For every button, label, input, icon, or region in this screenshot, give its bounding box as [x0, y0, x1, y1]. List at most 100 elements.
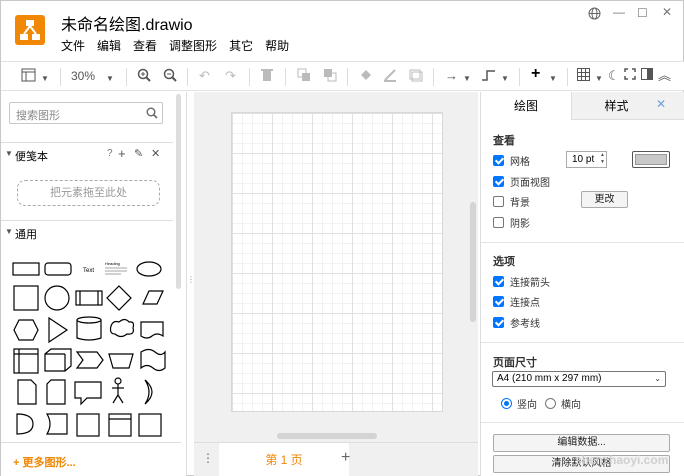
landscape-radio[interactable] — [545, 398, 556, 409]
add-icon[interactable]: + — [118, 146, 126, 161]
internal-storage-shape — [13, 348, 39, 374]
minimize-icon[interactable]: — — [613, 5, 625, 19]
dark-mode-icon[interactable]: ☾ — [608, 68, 620, 84]
waypoints-dropdown-icon[interactable]: ▼ — [501, 71, 509, 87]
delay-shape — [16, 413, 34, 435]
close-icon[interactable]: ✕ — [662, 5, 672, 19]
format-panel-icon[interactable] — [641, 68, 653, 84]
zoom-out-icon[interactable] — [163, 68, 177, 86]
insert-dropdown-icon[interactable]: ▼ — [549, 71, 557, 87]
to-back-icon[interactable] — [323, 68, 337, 86]
zoom-in-icon[interactable] — [137, 68, 151, 86]
shadow-option[interactable]: 阴影 — [493, 215, 530, 230]
page-view-option[interactable]: 页面视图 — [493, 174, 550, 189]
menu-extras[interactable]: 其它 — [229, 37, 253, 54]
heading-shape: Heading — [105, 261, 120, 266]
edit-data-button[interactable]: 编辑数据... — [493, 434, 670, 452]
help-icon[interactable]: ? — [107, 148, 113, 159]
to-front-icon[interactable] — [297, 68, 311, 86]
scratchpad-header[interactable]: ▼ 便笺本 ? + ✎ ✕ — [1, 142, 173, 164]
close-icon[interactable]: ✕ — [151, 147, 160, 160]
connection-points-checkbox[interactable] — [493, 296, 504, 307]
fullscreen-icon[interactable] — [624, 68, 636, 84]
canvas-vertical-scrollbar[interactable] — [470, 202, 476, 322]
maximize-icon[interactable]: ☐ — [637, 6, 648, 20]
landscape-option[interactable]: 横向 — [545, 396, 581, 411]
edit-icon[interactable]: ✎ — [134, 147, 143, 160]
page-view-checkbox[interactable] — [493, 176, 504, 187]
search-placeholder: 搜索图形 — [16, 110, 60, 122]
shadow-checkbox[interactable] — [493, 217, 504, 228]
change-background-button[interactable]: 更改 — [581, 191, 628, 208]
menu-file[interactable]: 文件 — [61, 37, 85, 54]
diagram-page[interactable] — [231, 112, 443, 412]
guides-option[interactable]: 参考线 — [493, 315, 540, 330]
page-tab-1[interactable]: 第 1 页 — [219, 443, 349, 476]
square-shape — [13, 285, 39, 311]
connection-arrows-option[interactable]: 连接箭头 — [493, 274, 550, 289]
zoom-dropdown-icon[interactable]: ▼ — [106, 71, 114, 87]
collapse-toolbar-icon[interactable]: ︽ — [658, 68, 671, 84]
landscape-label: 横向 — [561, 400, 581, 411]
guides-checkbox[interactable] — [493, 317, 504, 328]
background-checkbox[interactable] — [493, 196, 504, 207]
menu-view[interactable]: 查看 — [133, 37, 157, 54]
general-header[interactable]: ▼ 通用 — [1, 220, 173, 242]
menu-edit[interactable]: 编辑 — [97, 37, 121, 54]
portrait-radio[interactable] — [501, 398, 512, 409]
paper-size-select[interactable]: A4 (210 mm x 297 mm) ⌄ — [492, 371, 666, 387]
scratchpad-title: 便笺本 — [15, 151, 48, 163]
undo-icon[interactable]: ↶ — [199, 68, 210, 84]
redo-icon[interactable]: ↷ — [225, 68, 236, 84]
grid-option[interactable]: 网格 — [493, 153, 530, 168]
page-tab-bar: ⋮ 第 1 页 + — [194, 442, 478, 476]
hexagon-shape — [13, 319, 39, 341]
tab-diagram[interactable]: 绘图 — [481, 92, 571, 120]
pages-menu-icon[interactable]: ⋮ — [202, 451, 214, 465]
shape-palette[interactable]: Text Heading — [9, 254, 169, 444]
grid-size-value: 10 pt — [572, 154, 595, 165]
grid-checkbox[interactable] — [493, 155, 504, 166]
fill-color-icon[interactable] — [359, 68, 373, 86]
zoom-level[interactable]: 30% — [71, 68, 95, 84]
table-icon[interactable] — [577, 68, 590, 85]
menu-help[interactable]: 帮助 — [265, 37, 289, 54]
card-shape — [46, 379, 66, 405]
rounded-rectangle-shape — [44, 262, 72, 276]
background-option[interactable]: 背景 — [493, 194, 530, 209]
chevron-down-icon[interactable]: ▼ — [41, 71, 49, 87]
grid-size-input[interactable]: 10 pt ▲ ▼ — [566, 151, 607, 168]
add-page-icon[interactable]: + — [341, 449, 350, 467]
waypoints-icon[interactable] — [481, 68, 497, 86]
connection-dropdown-icon[interactable]: ▼ — [463, 71, 471, 87]
tab-style[interactable]: 样式 — [571, 92, 661, 120]
search-icon[interactable] — [146, 107, 158, 119]
circle-shape — [44, 285, 70, 311]
scratchpad-drop-zone[interactable]: 把元素拖至此处 — [17, 180, 160, 206]
insert-plus-icon[interactable]: + — [531, 66, 540, 82]
format-panel-toggle-icon[interactable] — [21, 68, 37, 86]
grid-color-button[interactable] — [632, 151, 670, 168]
more-shapes-link[interactable]: + 更多图形... — [13, 454, 76, 470]
connection-points-option[interactable]: 连接点 — [493, 294, 540, 309]
view-section-title: 查看 — [493, 135, 515, 147]
triangle-shape — [48, 316, 69, 344]
close-panel-icon[interactable]: ✕ — [656, 97, 666, 111]
paper-size-value: A4 (210 mm x 297 mm) — [497, 373, 602, 384]
line-color-icon[interactable] — [383, 68, 397, 86]
stepper-icon[interactable]: ▲ ▼ — [600, 152, 605, 166]
sidebar-scrollbar[interactable] — [176, 94, 181, 289]
delete-icon[interactable] — [261, 68, 273, 86]
actor-shape — [117, 394, 124, 404]
globe-icon[interactable] — [588, 7, 601, 23]
menu-arrange[interactable]: 调整图形 — [169, 37, 217, 54]
canvas-horizontal-scrollbar[interactable] — [277, 433, 377, 439]
table-dropdown-icon[interactable]: ▼ — [595, 71, 603, 87]
portrait-option[interactable]: 竖向 — [501, 396, 537, 411]
connection-arrow-icon[interactable]: → — [445, 68, 458, 84]
connection-arrows-checkbox[interactable] — [493, 276, 504, 287]
diagram-canvas[interactable] — [194, 92, 478, 442]
search-input[interactable]: 搜索图形 — [9, 102, 163, 124]
shadow-icon[interactable] — [409, 68, 423, 86]
step-shape — [75, 351, 104, 369]
